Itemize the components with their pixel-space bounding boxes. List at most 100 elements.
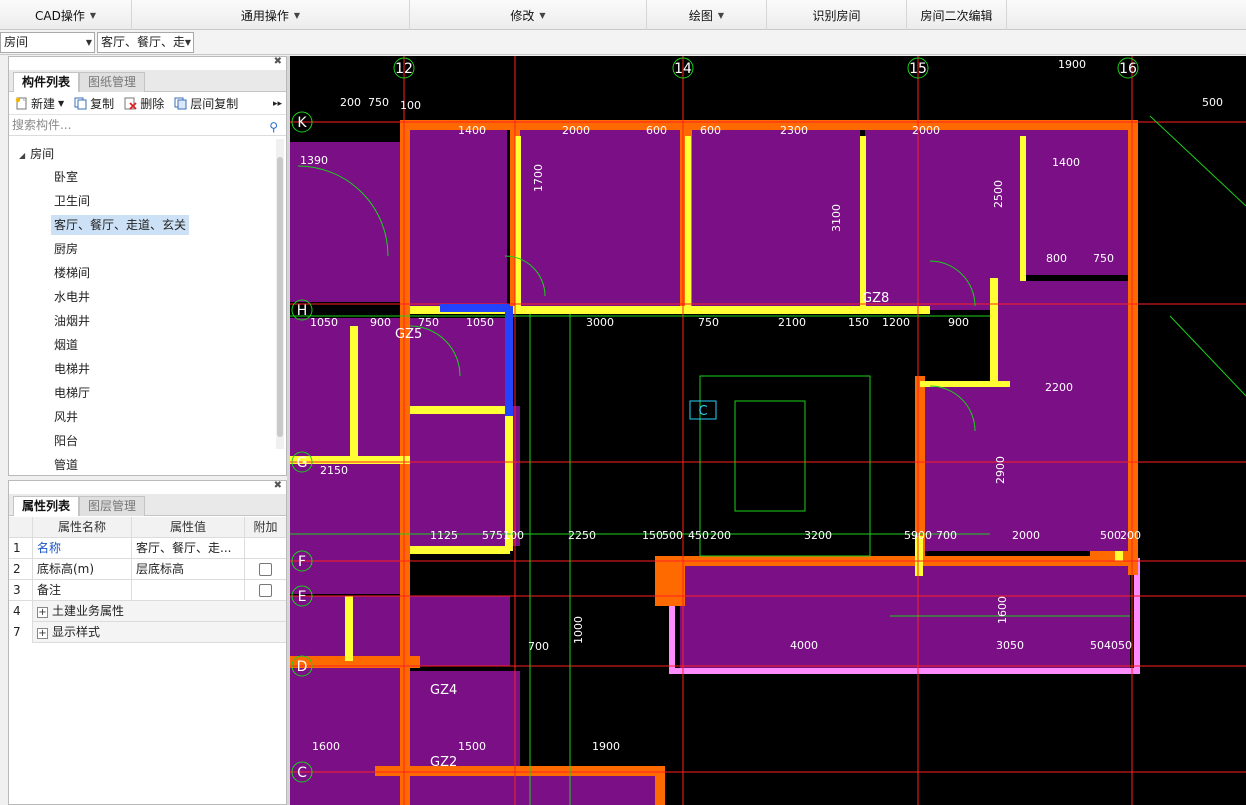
row-number: 7 xyxy=(9,622,33,643)
column-tag: GZ5 xyxy=(395,327,422,342)
copy-icon xyxy=(74,97,87,110)
tree-root-room[interactable]: ◢ 房间 xyxy=(19,145,54,162)
dimension-text: 200 xyxy=(710,529,731,542)
column-tag: GZ8 xyxy=(862,291,889,306)
tree-item-living-dining[interactable]: 客厅、餐厅、走道、玄关 xyxy=(51,215,190,235)
dimension-text: 1400 xyxy=(1052,156,1080,169)
dimension-text: 2000 xyxy=(562,124,590,137)
dimension-text: 100 xyxy=(400,99,421,112)
dimension-text: 2500 xyxy=(992,180,1005,208)
copy-button[interactable]: 复制 xyxy=(74,95,114,112)
ribbon-room-edit[interactable]: 房间二次编辑 xyxy=(907,0,1007,30)
tree-item-flue[interactable]: 烟道 xyxy=(51,335,81,355)
axis-label: 12 xyxy=(395,61,413,77)
collapse-icon[interactable]: ◢ xyxy=(19,151,25,160)
tree-item-kitchen[interactable]: 厨房 xyxy=(51,239,81,259)
row-number: 1 xyxy=(9,538,33,559)
dimension-text: 1400 xyxy=(458,124,486,137)
tab-component-list[interactable]: 构件列表 xyxy=(13,72,80,92)
tree-item-balcony[interactable]: 阳台 xyxy=(51,431,81,451)
close-icon[interactable]: ✖ xyxy=(274,56,282,67)
property-value-field[interactable] xyxy=(132,580,245,601)
dimension-text: 150 xyxy=(848,316,869,329)
element-select[interactable]: 客厅、餐厅、走 ▼ xyxy=(97,32,194,53)
dimension-text: 2250 xyxy=(568,529,596,542)
axis-top xyxy=(393,57,1139,79)
dimension-text: 500 xyxy=(662,529,683,542)
axis-label: C xyxy=(297,765,307,781)
scrollbar-thumb[interactable] xyxy=(277,157,283,437)
axis-label: H xyxy=(297,303,308,319)
dimension-text: 5900 xyxy=(904,529,932,542)
dimension-text: 2000 xyxy=(1012,529,1040,542)
property-row-elevation: 2 底标高(m) 层底标高 xyxy=(9,559,286,580)
property-row-display[interactable]: 7 + 显示样式 xyxy=(9,622,286,643)
cad-drawing-canvas[interactable]: 12 14 15 16 K H G F E D C C GZ5 GZ8 GZ4 … xyxy=(290,56,1246,805)
tree-item-stairwell[interactable]: 楼梯间 xyxy=(51,263,93,283)
ribbon-identify-room[interactable]: 识别房间 xyxy=(767,0,907,30)
chevron-down-icon: ▼ xyxy=(184,38,191,47)
tree-item-air-shaft[interactable]: 风井 xyxy=(51,407,81,427)
dimension-text: 750 xyxy=(368,96,389,109)
expand-icon[interactable]: + xyxy=(37,628,48,639)
component-toolbar: 新建 ▼ 复制 删除 层间复制 ▸▸ xyxy=(9,93,286,115)
ribbon-cad-ops[interactable]: CAD操作 ▼ xyxy=(0,0,132,30)
tree-item-bathroom[interactable]: 卫生间 xyxy=(51,191,93,211)
close-icon[interactable]: ✖ xyxy=(274,480,282,491)
ribbon-modify[interactable]: 修改 ▼ xyxy=(410,0,647,30)
tree-item-fume-shaft[interactable]: 油烟井 xyxy=(51,311,93,331)
tree-item-bedroom[interactable]: 卧室 xyxy=(51,167,81,187)
new-file-icon xyxy=(15,97,27,110)
category-select[interactable]: 房间 ▼ xyxy=(0,32,95,53)
property-name-link[interactable]: 名称 xyxy=(33,538,132,559)
dimension-text: 150 xyxy=(642,529,663,542)
dimension-row-3: 1125 575 100 2250 150 500 450 200 3200 5… xyxy=(430,529,1141,542)
room-fills xyxy=(290,128,1135,805)
property-tabs: 属性列表 图层管理 xyxy=(9,494,286,516)
window-strip xyxy=(440,304,510,312)
tree-item-elevator-shaft[interactable]: 电梯井 xyxy=(51,359,93,379)
dimension-text: 750 xyxy=(1093,252,1114,265)
layer-copy-button[interactable]: 层间复制 xyxy=(174,95,238,112)
dimension-text: 1600 xyxy=(312,740,340,753)
extra-checkbox[interactable] xyxy=(259,584,272,597)
ribbon-draw-label: 绘图 xyxy=(688,8,713,23)
ribbon-general-ops[interactable]: 通用操作 ▼ xyxy=(132,0,410,30)
property-value-field[interactable]: 客厅、餐厅、走... xyxy=(132,538,245,559)
row-number: 3 xyxy=(9,580,33,601)
new-button[interactable]: 新建 ▼ xyxy=(15,95,64,112)
more-icon[interactable]: ▸▸ xyxy=(273,99,282,109)
ribbon-cad-ops-label: CAD操作 xyxy=(35,8,85,23)
dimension-text: 100 xyxy=(503,529,524,542)
dimension-text: 750 xyxy=(698,316,719,329)
tree-item-utility-shaft[interactable]: 水电井 xyxy=(51,287,93,307)
chevron-down-icon: ▼ xyxy=(717,10,725,20)
ribbon-draw[interactable]: 绘图 ▼ xyxy=(647,0,767,30)
tree-item-pipe[interactable]: 管道 xyxy=(51,455,81,475)
property-row-civil[interactable]: 4 + 土建业务属性 xyxy=(9,601,286,622)
expand-icon[interactable]: + xyxy=(37,607,48,618)
axis-label: G xyxy=(297,455,308,471)
tree-scrollbar[interactable] xyxy=(276,139,284,449)
floor-plan: 12 14 15 16 K H G F E D C C GZ5 GZ8 GZ4 … xyxy=(290,56,1246,805)
dimension-text: 800 xyxy=(1046,252,1067,265)
dimension-text: 3000 xyxy=(586,316,614,329)
component-search-input[interactable]: 搜索构件... ⚲ xyxy=(9,116,286,136)
property-group-name: 显示样式 xyxy=(52,625,101,639)
search-icon[interactable]: ⚲ xyxy=(269,118,278,137)
header-property-value: 属性值 xyxy=(132,517,245,538)
tab-layer-management-label: 图层管理 xyxy=(88,499,137,513)
dimension-text: 900 xyxy=(370,316,391,329)
delete-button[interactable]: 删除 xyxy=(124,95,164,112)
dimension-text: 1050 xyxy=(466,316,494,329)
property-value-field[interactable]: 层底标高 xyxy=(132,559,245,580)
extra-checkbox[interactable] xyxy=(259,563,272,576)
delete-icon xyxy=(124,97,137,110)
tab-property-list[interactable]: 属性列表 xyxy=(13,496,80,516)
tree-item-elevator-hall[interactable]: 电梯厅 xyxy=(51,383,93,403)
axis-label: K xyxy=(297,115,307,131)
dimension-text: 1900 xyxy=(592,740,620,753)
tab-layer-management[interactable]: 图层管理 xyxy=(79,496,146,516)
tab-drawing-management[interactable]: 图纸管理 xyxy=(79,72,146,92)
dimension-text: 2200 xyxy=(1045,381,1073,394)
